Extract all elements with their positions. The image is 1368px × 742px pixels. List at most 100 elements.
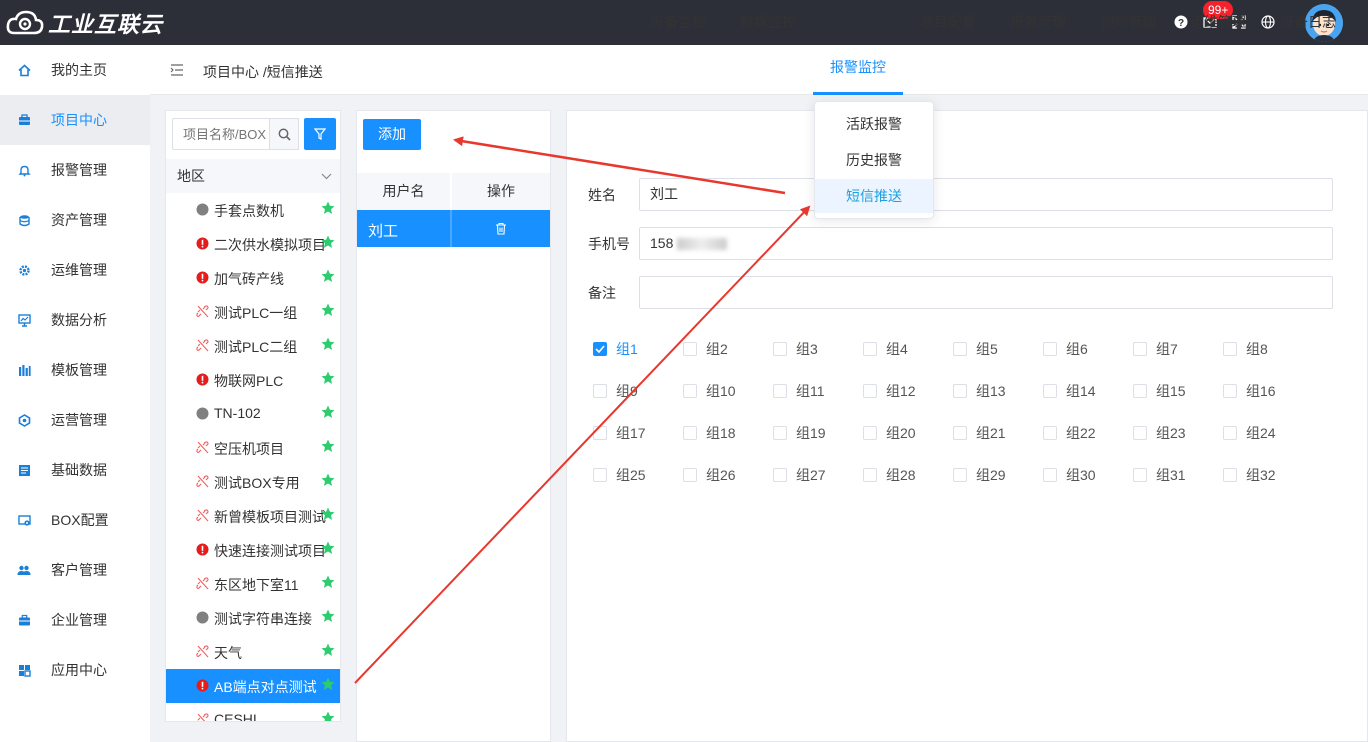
- checkbox-box[interactable]: [1223, 342, 1237, 356]
- group-checkbox[interactable]: 组3: [773, 339, 818, 359]
- tree-item[interactable]: 物联网PLC: [166, 363, 340, 397]
- checkbox-box[interactable]: [953, 426, 967, 440]
- group-checkbox[interactable]: 组1: [593, 339, 638, 359]
- group-checkbox[interactable]: 组32: [1223, 465, 1276, 485]
- checkbox-box[interactable]: [683, 384, 697, 398]
- tree-item[interactable]: 二次供水模拟项目: [166, 227, 340, 261]
- group-checkbox[interactable]: 组8: [1223, 339, 1268, 359]
- group-checkbox[interactable]: 组30: [1043, 465, 1096, 485]
- tab-ops[interactable]: 运维管理: [1180, 0, 1256, 50]
- checkbox-box[interactable]: [863, 342, 877, 356]
- tree-item[interactable]: 加气砖产线: [166, 261, 340, 295]
- checkbox-box[interactable]: [953, 468, 967, 482]
- checkbox-box[interactable]: [773, 384, 787, 398]
- tree-item[interactable]: 测试PLC二组: [166, 329, 340, 363]
- tree-item[interactable]: 天气: [166, 635, 340, 669]
- group-checkbox[interactable]: 组27: [773, 465, 826, 485]
- sidebar-item-enterprise[interactable]: 企业管理: [0, 595, 150, 645]
- checkbox-box[interactable]: [773, 342, 787, 356]
- tab-report[interactable]: 报表管理: [1000, 0, 1076, 50]
- checkbox-box[interactable]: [593, 384, 607, 398]
- group-checkbox[interactable]: 组24: [1223, 423, 1276, 443]
- group-checkbox[interactable]: 组21: [953, 423, 1006, 443]
- checkbox-box[interactable]: [953, 342, 967, 356]
- star-icon[interactable]: [321, 473, 335, 491]
- checkbox-box[interactable]: [863, 384, 877, 398]
- checkbox-box[interactable]: [953, 384, 967, 398]
- star-icon[interactable]: [321, 303, 335, 321]
- group-checkbox[interactable]: 组4: [863, 339, 908, 359]
- add-button[interactable]: 添加: [363, 119, 421, 150]
- group-checkbox[interactable]: 组23: [1133, 423, 1186, 443]
- group-checkbox[interactable]: 组9: [593, 381, 638, 401]
- checkbox-box[interactable]: [593, 426, 607, 440]
- star-icon[interactable]: [321, 235, 335, 253]
- checkbox-box[interactable]: [1223, 426, 1237, 440]
- tree-item[interactable]: TN-102: [166, 397, 340, 431]
- tree-item[interactable]: AB端点对点测试: [166, 669, 340, 703]
- group-checkbox[interactable]: 组18: [683, 423, 736, 443]
- tree-item[interactable]: CESHI: [166, 703, 340, 721]
- star-icon[interactable]: [321, 337, 335, 355]
- star-icon[interactable]: [321, 201, 335, 219]
- name-field[interactable]: 刘工: [639, 178, 1333, 211]
- checkbox-box[interactable]: [1043, 342, 1057, 356]
- group-checkbox[interactable]: 组13: [953, 381, 1006, 401]
- group-checkbox[interactable]: 组6: [1043, 339, 1088, 359]
- logo[interactable]: 工业互联云: [6, 7, 163, 39]
- trash-icon[interactable]: [495, 222, 507, 238]
- group-checkbox[interactable]: 组11: [773, 381, 825, 401]
- phone-field[interactable]: 158: [639, 227, 1333, 260]
- project-search-input[interactable]: [172, 118, 270, 150]
- group-checkbox[interactable]: 组14: [1043, 381, 1096, 401]
- table-row[interactable]: 刘工: [357, 210, 550, 247]
- tab-data-monitor[interactable]: 数据监控: [730, 0, 806, 50]
- tab-device-log[interactable]: 设备日志: [1270, 0, 1346, 50]
- group-checkbox[interactable]: 组31: [1133, 465, 1186, 485]
- star-icon[interactable]: [321, 609, 335, 627]
- checkbox-box[interactable]: [1223, 384, 1237, 398]
- checkbox-box[interactable]: [1043, 468, 1057, 482]
- checkbox-box[interactable]: [593, 468, 607, 482]
- filter-button[interactable]: [304, 118, 336, 150]
- menu-item-active-alarm[interactable]: 活跃报警: [815, 107, 933, 141]
- checkbox-box[interactable]: [683, 426, 697, 440]
- region-group[interactable]: 地区: [166, 159, 340, 193]
- group-checkbox[interactable]: 组12: [863, 381, 916, 401]
- checkbox-box[interactable]: [863, 468, 877, 482]
- group-checkbox[interactable]: 组28: [863, 465, 916, 485]
- checkbox-box[interactable]: [773, 426, 787, 440]
- menu-item-sms-push[interactable]: 短信推送: [815, 179, 933, 213]
- tab-device-monitor[interactable]: 设备监控: [640, 0, 716, 50]
- sidebar-item-operation[interactable]: 运营管理: [0, 395, 150, 445]
- search-button[interactable]: [269, 118, 299, 150]
- sidebar-item-home[interactable]: 我的主页: [0, 45, 150, 95]
- tree-item[interactable]: 测试BOX专用: [166, 465, 340, 499]
- checkbox-box[interactable]: [773, 468, 787, 482]
- tree-item[interactable]: 快速连接测试项目: [166, 533, 340, 567]
- tree-item[interactable]: 空压机项目: [166, 431, 340, 465]
- group-checkbox[interactable]: 组16: [1223, 381, 1276, 401]
- group-checkbox[interactable]: 组2: [683, 339, 728, 359]
- tree-item[interactable]: 新曾模板项目测试: [166, 499, 340, 533]
- group-checkbox[interactable]: 组17: [593, 423, 646, 443]
- sidebar-item-ops[interactable]: 运维管理: [0, 245, 150, 295]
- group-checkbox[interactable]: 组22: [1043, 423, 1096, 443]
- tab-project-config[interactable]: 项目配置: [910, 0, 986, 50]
- star-icon[interactable]: [321, 371, 335, 389]
- star-icon[interactable]: [321, 575, 335, 593]
- sidebar-item-asset[interactable]: 资产管理: [0, 195, 150, 245]
- star-icon[interactable]: [321, 439, 335, 457]
- checkbox-box[interactable]: [683, 468, 697, 482]
- sidebar-item-template[interactable]: 模板管理: [0, 345, 150, 395]
- star-icon[interactable]: [321, 541, 335, 559]
- checkbox-box[interactable]: [1043, 426, 1057, 440]
- sidebar-item-base-data[interactable]: 基础数据: [0, 445, 150, 495]
- checkbox-box[interactable]: [1133, 384, 1147, 398]
- sidebar-item-customer[interactable]: 客户管理: [0, 545, 150, 595]
- group-checkbox[interactable]: 组20: [863, 423, 916, 443]
- checkbox-box[interactable]: [1223, 468, 1237, 482]
- checkbox-box[interactable]: [1133, 342, 1147, 356]
- tree-item[interactable]: 测试PLC一组: [166, 295, 340, 329]
- note-field[interactable]: [639, 276, 1333, 309]
